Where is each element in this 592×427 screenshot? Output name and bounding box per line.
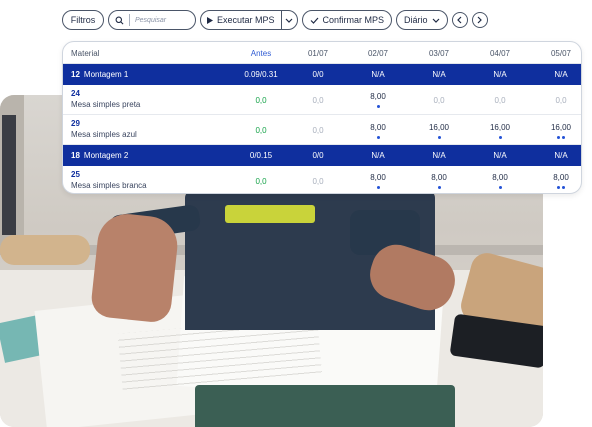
group-value: N/A bbox=[432, 151, 446, 160]
chevron-right-icon bbox=[477, 16, 482, 24]
header-date: 02/07 bbox=[367, 49, 389, 58]
qty-cell[interactable]: 8,00 bbox=[353, 173, 403, 182]
group-value: N/A bbox=[493, 70, 507, 79]
execute-mps-label: Executar MPS bbox=[217, 15, 275, 25]
mps-grid: Material Antes 01/07 02/07 03/07 04/07 0… bbox=[62, 41, 582, 194]
group-value: 0/0 bbox=[312, 70, 324, 79]
material-code: 24 bbox=[71, 89, 80, 98]
material-name: Mesa simples preta bbox=[71, 100, 141, 109]
group-label: 12 Montagem 1 bbox=[71, 70, 191, 79]
material-name: Mesa simples branca bbox=[71, 181, 147, 190]
material-cell: 29 Mesa simples azul bbox=[71, 119, 191, 139]
group-value: N/A bbox=[371, 70, 385, 79]
header-material: Material bbox=[71, 49, 100, 58]
order-dots bbox=[536, 133, 581, 139]
confirm-mps-button[interactable]: Confirmar MPS bbox=[301, 10, 393, 30]
group-code: 12 bbox=[71, 70, 80, 79]
play-icon bbox=[207, 16, 213, 24]
group-name: Montagem 1 bbox=[83, 70, 129, 79]
antes-value: 0,0 bbox=[255, 126, 267, 135]
group-value: N/A bbox=[371, 151, 385, 160]
chevron-left-icon bbox=[457, 16, 462, 24]
toolbar: Filtros Pesquisar Executar MPS Confirmar… bbox=[62, 10, 488, 30]
material-name: Mesa simples azul bbox=[71, 130, 137, 139]
group-value: 0/0 bbox=[312, 151, 324, 160]
order-dots bbox=[475, 183, 525, 189]
search-separator bbox=[129, 14, 130, 26]
header-antes: Antes bbox=[250, 49, 272, 58]
order-dots bbox=[353, 102, 403, 108]
group-value: N/A bbox=[554, 70, 568, 79]
search-input[interactable]: Pesquisar bbox=[108, 10, 196, 30]
qty-cell[interactable]: 8,00 bbox=[353, 92, 403, 101]
order-dots bbox=[536, 183, 581, 189]
header-date: 01/07 bbox=[307, 49, 329, 58]
qty-cell[interactable]: 0,0 bbox=[475, 96, 525, 105]
qty-cell[interactable]: 0,0 bbox=[536, 96, 581, 105]
chevron-down-icon bbox=[285, 18, 293, 23]
group-value: N/A bbox=[554, 151, 568, 160]
order-dots bbox=[414, 183, 464, 189]
order-dots bbox=[353, 183, 403, 189]
header-date: 03/07 bbox=[428, 49, 450, 58]
material-code: 25 bbox=[71, 170, 80, 179]
group-code: 18 bbox=[71, 151, 80, 160]
material-cell: 25 Mesa simples branca bbox=[71, 170, 191, 190]
qty-cell[interactable]: 0,0 bbox=[293, 96, 343, 105]
execute-mps-dropdown[interactable] bbox=[280, 11, 297, 29]
execute-mps-split-button: Executar MPS bbox=[200, 10, 298, 30]
table-row[interactable]: 24 Mesa simples preta 0,0 0,0 8,00 0,0 0… bbox=[63, 85, 581, 115]
search-placeholder: Pesquisar bbox=[135, 16, 167, 24]
qty-cell[interactable]: 16,00 bbox=[475, 123, 525, 132]
group-value: N/A bbox=[493, 151, 507, 160]
header-date: 04/07 bbox=[489, 49, 511, 58]
group-name: Montagem 2 bbox=[83, 151, 129, 160]
check-icon bbox=[310, 17, 319, 24]
period-label: Diário bbox=[404, 15, 428, 25]
order-dots bbox=[414, 133, 464, 139]
antes-value: 0,0 bbox=[255, 177, 267, 186]
previous-period-button[interactable] bbox=[451, 12, 468, 28]
table-row[interactable]: 25 Mesa simples branca 0,0 0,0 8,00 8,00… bbox=[63, 166, 581, 193]
table-row[interactable]: 29 Mesa simples azul 0,0 0,0 8,00 16,00 … bbox=[63, 115, 581, 145]
qty-cell[interactable]: 8,00 bbox=[353, 123, 403, 132]
chevron-down-icon bbox=[432, 18, 440, 23]
qty-cell[interactable]: 16,00 bbox=[536, 123, 581, 132]
material-cell: 24 Mesa simples preta bbox=[71, 89, 191, 109]
antes-value: 0,0 bbox=[255, 96, 267, 105]
qty-cell[interactable]: 0,0 bbox=[293, 126, 343, 135]
group-antes: 0/0.15 bbox=[249, 151, 273, 160]
header-date: 05/07 bbox=[550, 49, 572, 58]
qty-cell[interactable]: 8,00 bbox=[475, 173, 525, 182]
filters-button[interactable]: Filtros bbox=[62, 10, 104, 30]
qty-cell[interactable]: 8,00 bbox=[536, 173, 581, 182]
group-row[interactable]: 18 Montagem 2 0/0.15 0/0 N/A N/A N/A N/A bbox=[63, 145, 581, 166]
group-antes: 0.09/0.31 bbox=[244, 70, 278, 79]
group-row[interactable]: 12 Montagem 1 0.09/0.31 0/0 N/A N/A N/A N… bbox=[63, 64, 581, 85]
qty-cell[interactable]: 0,0 bbox=[414, 96, 464, 105]
filters-label: Filtros bbox=[70, 15, 96, 25]
search-icon bbox=[115, 16, 124, 25]
group-value: N/A bbox=[432, 70, 446, 79]
confirm-mps-label: Confirmar MPS bbox=[322, 15, 385, 25]
execute-mps-button[interactable]: Executar MPS bbox=[201, 11, 281, 29]
qty-cell[interactable]: 0,0 bbox=[293, 177, 343, 186]
grid-header: Material Antes 01/07 02/07 03/07 04/07 0… bbox=[63, 42, 581, 64]
material-code: 29 bbox=[71, 119, 80, 128]
group-label: 18 Montagem 2 bbox=[71, 151, 191, 160]
period-select[interactable]: Diário bbox=[396, 10, 448, 30]
qty-cell[interactable]: 16,00 bbox=[414, 123, 464, 132]
next-period-button[interactable] bbox=[471, 12, 488, 28]
qty-cell[interactable]: 8,00 bbox=[414, 173, 464, 182]
order-dots bbox=[353, 133, 403, 139]
order-dots bbox=[475, 133, 525, 139]
